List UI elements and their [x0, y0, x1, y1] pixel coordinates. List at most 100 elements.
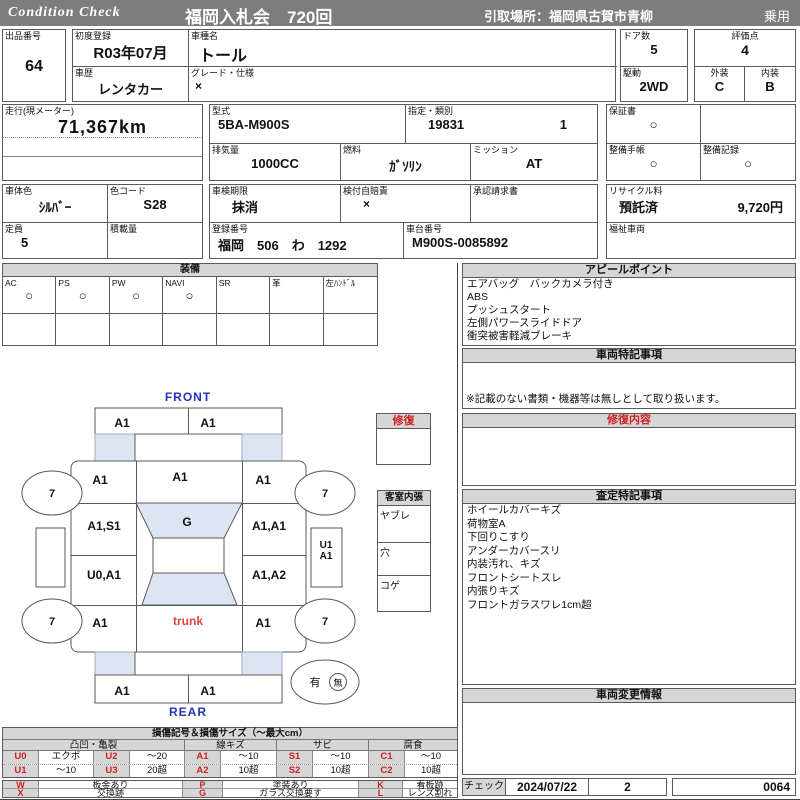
check-date: 2024/07/22 [506, 779, 589, 795]
legend-size: 10超 [221, 765, 277, 777]
legend2-row: W 板金あり P 塗装あり K 看板跡 [3, 780, 457, 790]
assessment-line: フロントシートスレ [467, 571, 562, 584]
interior-grade-value: B [765, 79, 775, 94]
legend-row: U0 エクボ U2 ～20 A1 ～10 S1 ～10 C1 ～10 [3, 751, 457, 764]
load-cell: 積載量 [108, 223, 202, 258]
lot-number-box: 出品番号 64 [2, 29, 66, 102]
roof [152, 537, 225, 574]
equipment-mark: ○ [78, 288, 87, 303]
registration-label: 登録番号 [212, 224, 249, 234]
damage-legend-table: 損傷記号＆損傷サイズ（～最大cm） 凸凹・亀裂 線キズ サビ 腐食 U0 エクボ… [2, 727, 458, 778]
registration-value: 福岡 506 わ 1292 [218, 238, 347, 253]
right-sill-label-1: U1 [320, 540, 333, 551]
mileage-label: 走行(現メーター) [5, 106, 74, 116]
trunk-label: trunk [173, 614, 203, 628]
grade-label: グレード・仕様 [191, 68, 255, 78]
left-side-step [35, 527, 66, 588]
legend-size: 10超 [313, 765, 369, 777]
welfare-label: 福祉車両 [609, 224, 646, 234]
score-label: 評価点 [731, 31, 759, 41]
repair-mark-box: 修復 [376, 413, 431, 465]
class-label: 指定・類別 [408, 106, 454, 116]
rear-door-left-label: U0,A1 [87, 568, 121, 582]
front-panel [134, 433, 243, 462]
class-no-value: 19831 [428, 117, 465, 132]
equipment-label: PS [58, 278, 70, 288]
recycle-status: 預託済 [619, 200, 659, 215]
lot-number-value: 64 [25, 58, 43, 75]
repair-content-title: 修復内容 [463, 414, 795, 428]
legend-group: 凸凹・亀裂 [3, 740, 185, 751]
appeal-section: アピールポイント エアバッグ バックカメラ付き ABS プッシュスタート 左側パ… [462, 263, 796, 346]
assessment-line: フロントガラスワレ1cm超 [467, 598, 592, 611]
grade-value: × [195, 79, 203, 93]
capacity-label: 定員 [5, 224, 24, 234]
basic-info-box: 初度登録 R03年07月 車種名 トール 車歴 レンタカー グレード・仕様 × [72, 29, 617, 102]
appeal-line: 左側パワースライドドア [467, 317, 582, 329]
equipment-cell-navi: NAVI ○ [163, 277, 217, 313]
legend-size: エクボ [39, 751, 94, 764]
recycle-cell: リサイクル料 預託済 9,720円 [607, 185, 795, 223]
score-value: 4 [741, 42, 749, 58]
fuel-label: 燃料 [343, 145, 362, 155]
cabin-row-hole: 穴 [378, 543, 430, 576]
equipment-label: 革 [272, 278, 281, 288]
hood-label: A1 [172, 470, 188, 484]
equipment-label: PW [111, 278, 126, 288]
check-label: チェック [463, 779, 506, 795]
registration-cell: 登録番号 福岡 506 わ 1292 [210, 223, 404, 258]
legend-desc: 交換跡 [39, 789, 183, 798]
jibaiseki-label: 検付自賠責 [343, 186, 389, 196]
load-label: 積載量 [110, 224, 138, 234]
assessment-title: 査定特記事項 [463, 490, 795, 504]
jibaiseki-value: × [363, 197, 371, 211]
first-registration-label: 初度登録 [75, 31, 112, 41]
assessment-line: 内装汚れ、キズ [467, 558, 541, 570]
quarter-right-label: A1 [255, 616, 271, 630]
wheel-rr-label: 7 [322, 616, 328, 628]
maintenance-book-mark: ○ [649, 156, 658, 171]
capacity-cell: 定員 5 [3, 223, 108, 258]
legend-size: ～10 [39, 765, 94, 777]
legend-code: A2 [185, 765, 221, 777]
legend-desc: 看板跡 [416, 780, 444, 790]
legend-group: サビ [277, 740, 369, 751]
doors-drive-box: ドア数 5 駆動 2WD [620, 29, 688, 102]
model-code-label: 型式 [212, 106, 231, 116]
legend-size: 20超 [130, 765, 185, 777]
legend-desc: レンズ割れ [407, 788, 453, 798]
shaken-cell: 車検期限 抹消 [210, 185, 341, 223]
recycle-box: リサイクル料 預託済 9,720円 福祉車両 [606, 184, 796, 259]
maintenance-book-cell: 整備手帳 ○ [607, 144, 701, 180]
legend-group: 腐食 [369, 740, 457, 751]
legend-code: S1 [277, 751, 313, 764]
fuel-cell: 燃料 ｶﾞｿﾘﾝ [341, 144, 471, 180]
maintenance-book-label: 整備手帳 [609, 145, 646, 155]
model-name-cell: 車種名 トール [189, 30, 617, 67]
legend2-row: X 交換跡 G ガラス交換要す L レンズ割れ [3, 788, 457, 798]
legend-code: U3 [94, 765, 130, 777]
maintenance-record-mark: ○ [744, 156, 752, 171]
mileage-box: 走行(現メーター) 71,367km [2, 104, 203, 181]
warranty-label: 保証書 [609, 106, 637, 116]
interior-grade-cell: 内装 B [745, 67, 795, 102]
change-info-title: 車両変更情報 [463, 689, 795, 703]
front-label: FRONT [165, 390, 211, 404]
assessment-section: 査定特記事項 ホイールカバーキズ 荷物室A 下回りこすり アンダーカバースリ 内… [462, 489, 796, 685]
legend-code: L [359, 789, 403, 798]
rear-label: REAR [169, 705, 207, 719]
vehicle-notes-section: 車両特記事項 ※記載のない書類・機器等は無しとして取り扱います。 [462, 348, 796, 409]
mileage-value: 71,367km [57, 117, 148, 137]
assessment-line: 下回りこすり [467, 531, 530, 543]
body-color-value: ｼﾙﾊﾞｰ [38, 200, 72, 215]
front-bumper-right-label: A1 [200, 416, 216, 430]
legend-desc: 塗装あり [223, 781, 359, 790]
windshield-label: G [182, 515, 191, 529]
spare-tire-indicator: 有 無 [290, 659, 360, 705]
warranty-mark: ○ [649, 117, 658, 132]
front-fender-left-label: A1 [92, 473, 108, 487]
equipment-label: 左ﾊﾝﾄﾞﾙ [325, 278, 356, 288]
color-box: 車体色 ｼﾙﾊﾞｰ 色コード S28 定員 5 積載量 [2, 184, 203, 259]
shaken-value: 抹消 [232, 200, 259, 215]
legend-group-row: 凸凹・亀裂 線キズ サビ 腐食 [3, 740, 457, 751]
